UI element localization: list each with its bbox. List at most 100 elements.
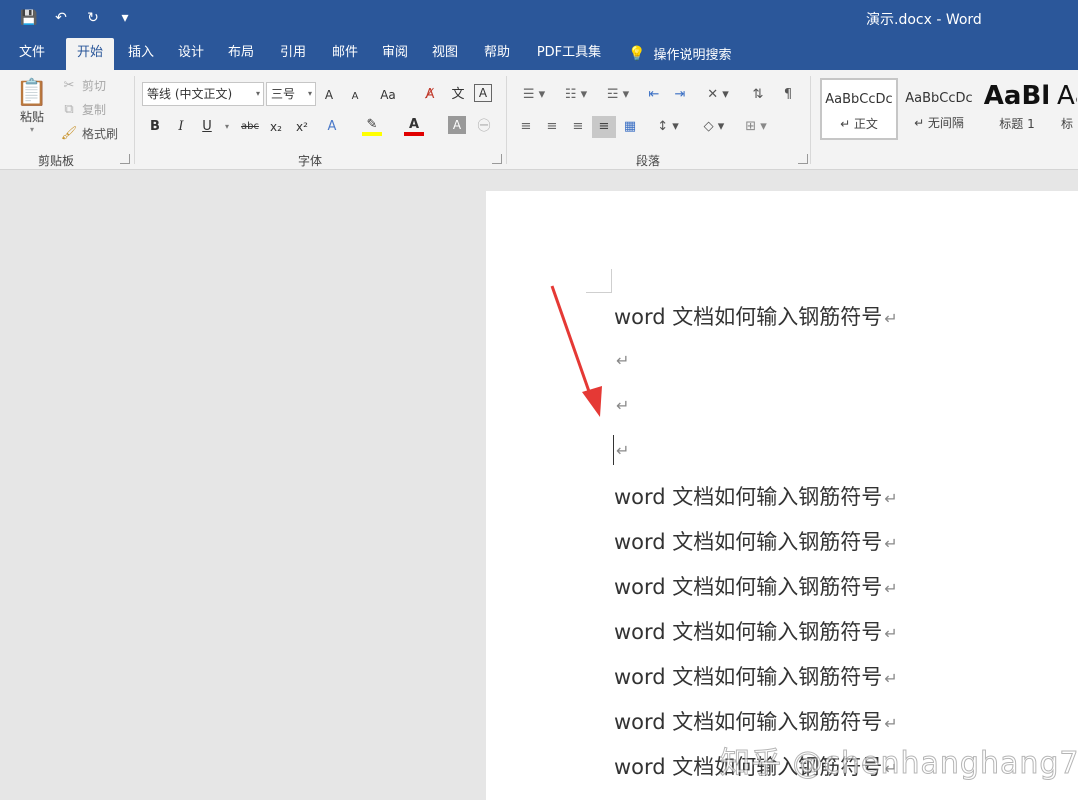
- redo-icon[interactable]: ↻: [82, 7, 104, 29]
- paragraph-group-label: 段落: [636, 154, 661, 168]
- format-painter-label: 格式刷: [82, 126, 119, 141]
- undo-icon[interactable]: ↶: [50, 7, 72, 29]
- chevron-down-icon: ▾: [255, 89, 260, 98]
- line-text: word 文档如何输入钢筋符号: [614, 530, 883, 554]
- format-painter-button[interactable]: 🖌 格式刷: [60, 124, 118, 142]
- tab-pdf-tools[interactable]: PDF工具集: [530, 38, 608, 70]
- numbering-button[interactable]: ☷ ▾: [558, 84, 594, 106]
- justify-icon[interactable]: ≡: [592, 116, 616, 138]
- style-preview: AaBbCcDc: [905, 91, 973, 106]
- align-right-icon[interactable]: ≡: [568, 116, 588, 138]
- clear-formatting-icon[interactable]: A̸: [420, 84, 440, 106]
- increase-indent-icon[interactable]: ⇥: [670, 84, 690, 106]
- paste-button[interactable]: 📋 粘贴 ▾: [14, 78, 50, 134]
- line-text: word 文档如何输入钢筋符号: [614, 575, 883, 599]
- scissors-icon: ✂: [63, 77, 75, 93]
- highlight-button[interactable]: ✎: [362, 116, 382, 136]
- style-name: ↵ 正文: [840, 117, 878, 131]
- style-no-spacing[interactable]: AaBbCcDc ↵ 无间隔: [900, 78, 978, 140]
- subscript-button[interactable]: x₂: [266, 116, 286, 138]
- chevron-down-icon: ▾: [307, 89, 312, 98]
- document-line[interactable]: ↵: [614, 437, 629, 461]
- customize-qat-icon[interactable]: ▾: [114, 7, 136, 29]
- tab-review[interactable]: 审阅: [372, 38, 418, 70]
- clipboard-launcher-icon[interactable]: [120, 154, 130, 164]
- quick-access-toolbar: 💾 ↶ ↻ ▾: [18, 7, 136, 29]
- font-name-combo[interactable]: 等线 (中文正文) ▾: [142, 82, 264, 106]
- font-size-combo[interactable]: 三号 ▾: [266, 82, 316, 106]
- style-heading-2[interactable]: Aa 标: [1056, 78, 1078, 140]
- font-group-label: 字体: [298, 154, 323, 168]
- cut-label: 剪切: [82, 78, 107, 93]
- strikethrough-button[interactable]: abc: [238, 116, 262, 138]
- shrink-font-button[interactable]: A: [346, 86, 364, 108]
- show-marks-icon[interactable]: ¶: [778, 84, 798, 106]
- tab-references[interactable]: 引用: [270, 38, 316, 70]
- underline-button[interactable]: U: [198, 116, 216, 138]
- sort-icon[interactable]: ⇅: [748, 84, 768, 106]
- tab-layout[interactable]: 布局: [218, 38, 264, 70]
- document-workspace: word 文档如何输入钢筋符号 ↵ ↵ ↵ ↵ word 文档如何输入钢筋符号 ↵ …: [0, 171, 1078, 800]
- style-preview: AaBbCcDc: [825, 92, 893, 107]
- tab-home[interactable]: 开始: [66, 38, 114, 70]
- document-line[interactable]: word 文档如何输入钢筋符号 ↵: [614, 706, 898, 736]
- tell-me-search[interactable]: 💡 操作说明搜索: [628, 44, 731, 64]
- paragraph-mark: ↵: [884, 309, 898, 328]
- style-heading-1[interactable]: AaBl 标题 1: [978, 78, 1056, 140]
- text-effects-icon[interactable]: A: [322, 116, 342, 138]
- paragraph-mark: ↵: [616, 441, 630, 460]
- grow-font-button[interactable]: A: [320, 84, 338, 106]
- tab-file[interactable]: 文件: [8, 38, 56, 70]
- align-center-icon[interactable]: ≡: [542, 116, 562, 138]
- paragraph-mark: ↵: [884, 624, 898, 643]
- line-text: word 文档如何输入钢筋符号: [614, 305, 883, 329]
- style-normal[interactable]: AaBbCcDc ↵ 正文: [820, 78, 898, 140]
- chevron-down-icon[interactable]: ▾: [222, 116, 232, 138]
- paragraph-launcher-icon[interactable]: [798, 154, 808, 164]
- decrease-indent-icon[interactable]: ⇤: [644, 84, 664, 106]
- line-spacing-button[interactable]: ↕ ▾: [650, 116, 686, 138]
- paragraph-mark: ↵: [884, 489, 898, 508]
- enclose-characters-icon[interactable]: ㊀: [474, 116, 494, 138]
- document-line[interactable]: word 文档如何输入钢筋符号 ↵: [614, 616, 898, 646]
- superscript-button[interactable]: x²: [292, 116, 312, 138]
- change-case-button[interactable]: Aa: [374, 84, 402, 106]
- tab-mailings[interactable]: 邮件: [322, 38, 368, 70]
- group-separator: [134, 76, 135, 164]
- tab-design[interactable]: 设计: [168, 38, 214, 70]
- align-left-icon[interactable]: ≡: [516, 116, 536, 138]
- bullets-button[interactable]: ☰ ▾: [516, 84, 552, 106]
- title-bar: 💾 ↶ ↻ ▾ 演示.docx - Word: [0, 0, 1078, 36]
- italic-button[interactable]: I: [172, 116, 190, 138]
- copy-button[interactable]: ⧉ 复制: [60, 100, 106, 118]
- paragraph-mark: ↵: [884, 579, 898, 598]
- clipboard-group-label: 剪贴板: [38, 154, 75, 168]
- document-line[interactable]: word 文档如何输入钢筋符号 ↵: [614, 526, 898, 556]
- document-line[interactable]: word 文档如何输入钢筋符号 ↵: [614, 481, 898, 511]
- red-arrow-annotation: [550, 285, 602, 417]
- shading-button[interactable]: ◇ ▾: [696, 116, 732, 138]
- document-line[interactable]: word 文档如何输入钢筋符号 ↵: [614, 661, 898, 691]
- distributed-icon[interactable]: ▦: [620, 116, 640, 138]
- tab-insert[interactable]: 插入: [118, 38, 164, 70]
- tab-help[interactable]: 帮助: [474, 38, 520, 70]
- document-line[interactable]: word 文档如何输入钢筋符号 ↵: [614, 571, 898, 601]
- bold-button[interactable]: B: [146, 116, 164, 138]
- character-shading-button[interactable]: A: [448, 116, 466, 134]
- cut-button[interactable]: ✂ 剪切: [60, 76, 106, 94]
- font-launcher-icon[interactable]: [492, 154, 502, 164]
- font-color-button[interactable]: A: [404, 116, 424, 136]
- multilevel-list-button[interactable]: ☲ ▾: [600, 84, 636, 106]
- copy-icon: ⧉: [64, 101, 74, 117]
- borders-button[interactable]: ⊞ ▾: [738, 116, 774, 138]
- phonetic-guide-icon[interactable]: 文: [448, 84, 468, 106]
- character-border-button[interactable]: A: [474, 84, 492, 102]
- ribbon-tabs: 文件 开始 插入 设计 布局 引用 邮件 审阅 视图 帮助 PDF工具集 💡 操…: [0, 36, 1078, 70]
- clipboard-icon: 📋: [15, 78, 49, 108]
- tab-view[interactable]: 视图: [422, 38, 468, 70]
- window-title: 演示.docx - Word: [866, 12, 982, 28]
- chinese-layout-button[interactable]: ✕ ▾: [700, 84, 736, 106]
- document-line[interactable]: word 文档如何输入钢筋符号 ↵: [614, 301, 898, 331]
- chevron-down-icon: ▾: [29, 125, 34, 134]
- save-icon[interactable]: 💾: [18, 7, 40, 29]
